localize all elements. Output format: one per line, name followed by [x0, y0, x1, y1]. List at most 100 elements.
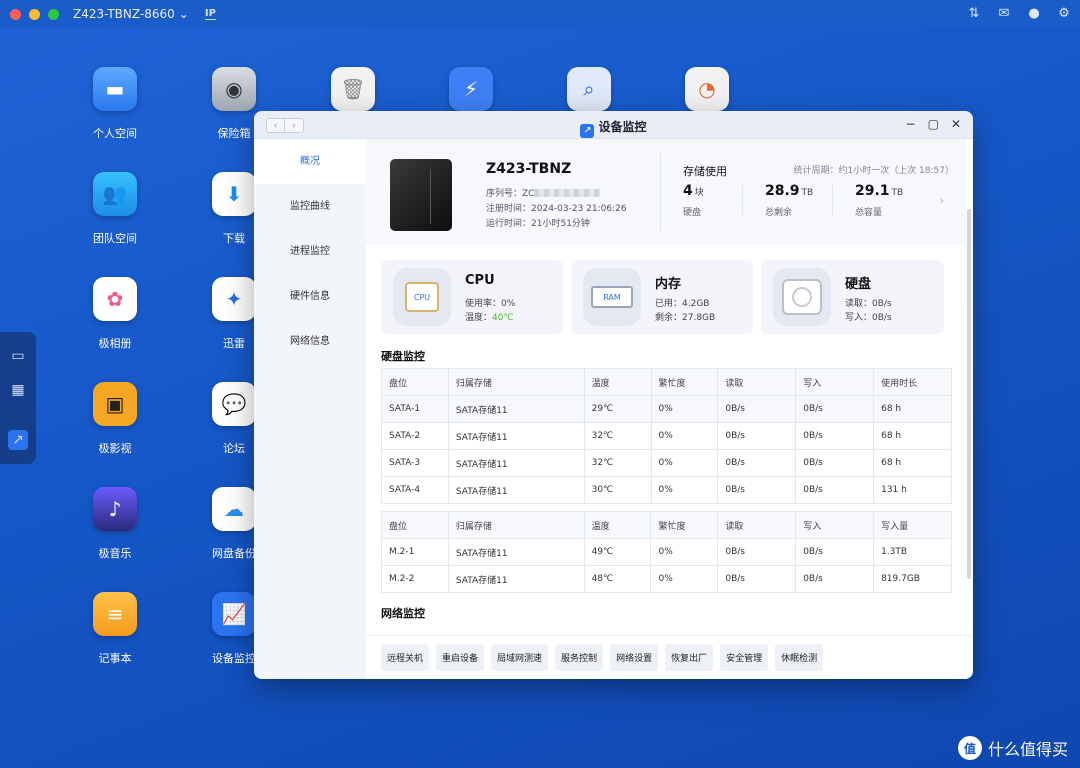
sata-header-cell: 读取 — [717, 368, 797, 396]
m2-header-cell: 盘位 — [381, 511, 449, 539]
watermark-logo-icon: 值 — [957, 736, 982, 760]
desktop-icon-video[interactable]: ▣ 极影视 — [70, 382, 160, 456]
memory-free: 剩余：27.8GB — [655, 313, 716, 323]
table-cell: 0B/s — [717, 538, 797, 566]
sidebar-item-process-monitor[interactable]: 进程监控 — [254, 229, 366, 274]
disk-card[interactable]: 硬盘 读取：0B/s 写入：0B/s — [761, 260, 944, 334]
table-cell: 48℃ — [583, 565, 652, 593]
action-button[interactable]: 安全管理 — [720, 644, 769, 671]
table-row[interactable]: M.2-2 SATA存储11 48℃ 0% 0B/s 0B/s 819.7GB — [381, 565, 952, 593]
watermark: 值 什么值得买 — [957, 736, 1068, 760]
table-cell: SATA存储11 — [447, 538, 585, 566]
desktop-icon-notepad[interactable]: ≡ 记事本 — [70, 592, 160, 666]
action-button[interactable]: 局域网测速 — [491, 644, 549, 671]
table-row[interactable]: SATA-1 SATA存储11 29℃ 0% 0B/s 0B/s 68 h — [381, 395, 952, 423]
zoom-dot[interactable] — [48, 8, 59, 20]
content-scrollbar[interactable] — [967, 209, 971, 579]
apps-grid-icon[interactable]: ▦ — [8, 380, 28, 400]
action-button[interactable]: 休眠检测 — [775, 644, 824, 671]
table-cell: SATA存储11 — [447, 395, 585, 423]
desktop-icon-music[interactable]: ♪ 极音乐 — [70, 487, 160, 561]
xunlei-icon: ✦ — [212, 277, 256, 321]
table-cell: 0% — [650, 565, 719, 593]
close-dot[interactable] — [10, 8, 21, 20]
minimize-icon[interactable]: − — [906, 117, 916, 131]
table-cell: 0% — [650, 449, 719, 477]
table-cell: 68 h — [873, 449, 952, 477]
device-summary: Z423-TBNZ 序列号：ZC 注册时间：2024-03-23 21:06:2… — [366, 139, 966, 245]
sata-disk-table: 盘位 归属存储 温度 繁忙度 读取 写入 使用时长 SATA-1 SATA存储11 29℃ 0% 0… — [381, 368, 952, 504]
storage-usage-title: 存储使用 — [683, 165, 727, 178]
table-cell: 49℃ — [583, 538, 652, 566]
disk-read: 读取：0B/s — [845, 299, 892, 309]
window-title: ↗ 设备监控 — [254, 118, 973, 138]
table-cell: SATA-1 — [381, 395, 449, 423]
table-cell: SATA存储11 — [447, 565, 585, 593]
window-titlebar[interactable]: ‹ › ↗ 设备监控 − ▢ ✕ — [254, 111, 973, 139]
photos-icon: ✿ — [93, 277, 137, 321]
stat-free: 28.9 TB 总剩余 — [765, 183, 814, 218]
table-row[interactable]: SATA-3 SATA存储11 32℃ 0% 0B/s 0B/s 68 h — [381, 449, 952, 477]
action-button[interactable]: 网络设置 — [610, 644, 659, 671]
table-cell: 68 h — [873, 395, 952, 423]
m2-header-cell: 繁忙度 — [650, 511, 719, 539]
table-cell: SATA-4 — [381, 476, 449, 504]
sidebar-item-overview[interactable]: 概况 — [254, 139, 366, 184]
table-row[interactable]: SATA-2 SATA存储11 32℃ 0% 0B/s 0B/s 68 h — [381, 422, 952, 450]
sidebar-item-network-info[interactable]: 网络信息 — [254, 319, 366, 364]
minimize-dot[interactable] — [29, 8, 40, 20]
memory-used: 已用：4.2GB — [655, 299, 710, 309]
cpu-card[interactable]: CPU CPU 使用率：0% 温度：40℃ — [381, 260, 563, 334]
action-button[interactable]: 恢复出厂 — [665, 644, 714, 671]
table-cell: SATA存储11 — [447, 422, 585, 450]
divider — [660, 153, 661, 231]
desktop-icon-personal-space[interactable]: ▬ 个人空间 — [70, 67, 160, 141]
monitor-dock-icon[interactable]: ↗ — [8, 430, 28, 450]
action-bar: 远程关机 重启设备 局域网测速 服务控制 网络设置 恢复出厂 安全管理 休眠检测 — [366, 635, 973, 679]
device-meta: 序列号：ZC 注册时间：2024-03-23 21:06:26 运行时间：21小… — [486, 189, 627, 229]
disk-write: 写入：0B/s — [845, 313, 892, 323]
message-icon[interactable]: ✉ — [996, 5, 1012, 21]
action-button[interactable]: 重启设备 — [436, 644, 485, 671]
table-cell: 0% — [650, 422, 719, 450]
maximize-icon[interactable]: ▢ — [928, 117, 939, 131]
sidebar-item-hardware-info[interactable]: 硬件信息 — [254, 274, 366, 319]
system-top-bar: Z423-TBNZ-8660 ⌄ IP ⇅ ✉ ● ⚙ — [0, 0, 1080, 28]
action-button[interactable]: 服务控制 — [555, 644, 604, 671]
memory-card[interactable]: RAM 内存 已用：4.2GB 剩余：27.8GB — [571, 260, 753, 334]
action-button[interactable]: 远程关机 — [381, 644, 430, 671]
video-icon: ▣ — [93, 382, 137, 426]
hostname-label: Z423-TBNZ-8660 — [73, 7, 175, 21]
chevron-right-icon[interactable]: › — [940, 194, 944, 207]
m2-disk-table: 盘位 归属存储 温度 繁忙度 读取 写入 写入量 M.2-1 SATA存储11 49℃ 0% 0B/… — [381, 511, 952, 593]
cpu-usage: 使用率：0% — [465, 299, 516, 309]
table-row[interactable]: M.2-1 SATA存储11 49℃ 0% 0B/s 0B/s 1.3TB — [381, 538, 952, 566]
m2-header-cell: 写入 — [795, 511, 875, 539]
table-row[interactable]: SATA-4 SATA存储11 30℃ 0% 0B/s 0B/s 131 h — [381, 476, 952, 504]
stat-total: 29.1 TB 总容量 — [855, 183, 904, 218]
folder-icon: ▬ — [93, 67, 137, 111]
sata-header-cell: 归属存储 — [447, 368, 585, 396]
team-folder-icon: 👥 — [93, 172, 137, 216]
table-cell: 0% — [650, 395, 719, 423]
stat-disk-count: 4块 硬盘 — [683, 183, 704, 218]
drive-icon[interactable]: ▭ — [8, 346, 28, 366]
desktop-icon-team-space[interactable]: 👥 团队空间 — [70, 172, 160, 246]
left-dock: ▭ ▦ ↗ — [0, 332, 36, 464]
disk-monitor-title: 硬盘监控 — [381, 350, 425, 363]
uptime: 21小时51分钟 — [531, 219, 590, 229]
gear-icon[interactable]: ⚙ — [1056, 5, 1072, 21]
table-cell: 0B/s — [717, 422, 797, 450]
sidebar-item-monitor-curve[interactable]: 监控曲线 — [254, 184, 366, 229]
window-sidebar: 概况 监控曲线 进程监控 硬件信息 网络信息 — [254, 139, 366, 679]
desktop-icon-photos[interactable]: ✿ 极相册 — [70, 277, 160, 351]
user-icon[interactable]: ● — [1026, 5, 1042, 21]
transfer-icon[interactable]: ⇅ — [966, 5, 982, 21]
ip-button[interactable]: IP — [204, 8, 216, 20]
close-icon[interactable]: ✕ — [951, 117, 961, 131]
cloud-backup-icon: ☁ — [212, 487, 256, 531]
table-cell: 0B/s — [717, 395, 797, 423]
hostname-selector[interactable]: Z423-TBNZ-8660 ⌄ — [73, 7, 189, 21]
serial-number: ZC — [522, 189, 535, 199]
m2-header-cell: 写入量 — [873, 511, 952, 539]
